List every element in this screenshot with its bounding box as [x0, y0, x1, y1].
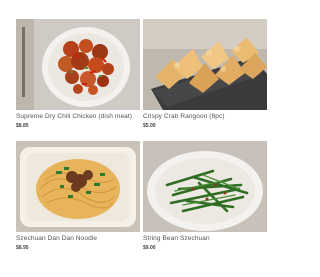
menu-item-card[interactable]: Crispy Crab Rangoon (8pc) $5.00 [143, 19, 267, 129]
dish-price: $8.85 [16, 123, 29, 129]
menu-grid: Supreme Dry Chili Chicken (dish meat) $8… [16, 19, 267, 251]
dish-price: $5.00 [143, 123, 156, 129]
dish-name: Crispy Crab Rangoon (8pc) [143, 113, 225, 120]
dish-name: Supreme Dry Chili Chicken (dish meat) [16, 113, 133, 120]
menu-item-card[interactable]: String Bean Szechuan $9.00 [143, 141, 267, 251]
menu-page: Supreme Dry Chili Chicken (dish meat) $8… [0, 0, 267, 277]
menu-item-card[interactable]: Szechuan Dan Dan Noodle $8.95 [16, 141, 140, 251]
dish-photo-string-bean[interactable] [143, 141, 267, 232]
menu-item-card[interactable]: Supreme Dry Chili Chicken (dish meat) $8… [16, 19, 140, 129]
dish-name: Szechuan Dan Dan Noodle [16, 235, 98, 242]
dish-photo-chili-chicken[interactable] [16, 19, 140, 110]
dish-price: $9.00 [143, 245, 156, 251]
dish-photo-crab-rangoon[interactable] [143, 19, 267, 110]
dish-price: $8.95 [16, 245, 29, 251]
dish-name: String Bean Szechuan [143, 235, 210, 242]
dish-photo-dan-dan-noodle[interactable] [16, 141, 140, 232]
